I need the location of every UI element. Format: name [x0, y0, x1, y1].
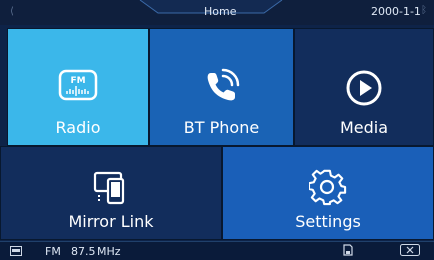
- bt-phone-tile[interactable]: BT Phone: [149, 28, 294, 146]
- fm-radio-icon: FM: [58, 69, 98, 101]
- frequency-unit: MHz: [97, 245, 121, 258]
- phone-signal-icon: ⟨: [10, 6, 14, 17]
- home-tile-grid: FM Radio BT Phone Media Mirror Link Sett…: [0, 25, 434, 241]
- close-icon[interactable]: [400, 244, 420, 256]
- play-circle-icon: [346, 70, 382, 106]
- page-title: Home: [204, 5, 237, 18]
- sd-card-icon: [343, 244, 353, 256]
- media-tile-label: Media: [339, 118, 389, 137]
- radio-frequency: 87.5: [71, 245, 96, 258]
- top-status-bar: ⟨ Home 2000-1-1 ᛒ: [0, 0, 434, 25]
- date-display: 2000-1-1: [371, 5, 421, 18]
- radio-tile[interactable]: FM Radio: [7, 28, 149, 146]
- gear-icon: [309, 169, 347, 206]
- phone-call-icon: [207, 68, 239, 101]
- bt-phone-tile-label: BT Phone: [183, 118, 260, 137]
- mirror-devices-icon: [93, 171, 125, 205]
- radio-tile-label: Radio: [55, 118, 101, 137]
- bottom-status-bar: FM 87.5 MHz: [0, 241, 434, 260]
- mirror-link-tile-label: Mirror Link: [68, 212, 154, 231]
- media-tile[interactable]: Media: [294, 28, 434, 146]
- radio-source-icon: [10, 246, 22, 256]
- settings-tile[interactable]: Settings: [222, 146, 434, 240]
- mirror-link-tile[interactable]: Mirror Link: [0, 146, 222, 240]
- settings-tile-label: Settings: [295, 212, 361, 231]
- svg-text:FM: FM: [70, 76, 85, 86]
- radio-band: FM: [45, 245, 61, 258]
- bluetooth-icon: ᛒ: [421, 5, 427, 16]
